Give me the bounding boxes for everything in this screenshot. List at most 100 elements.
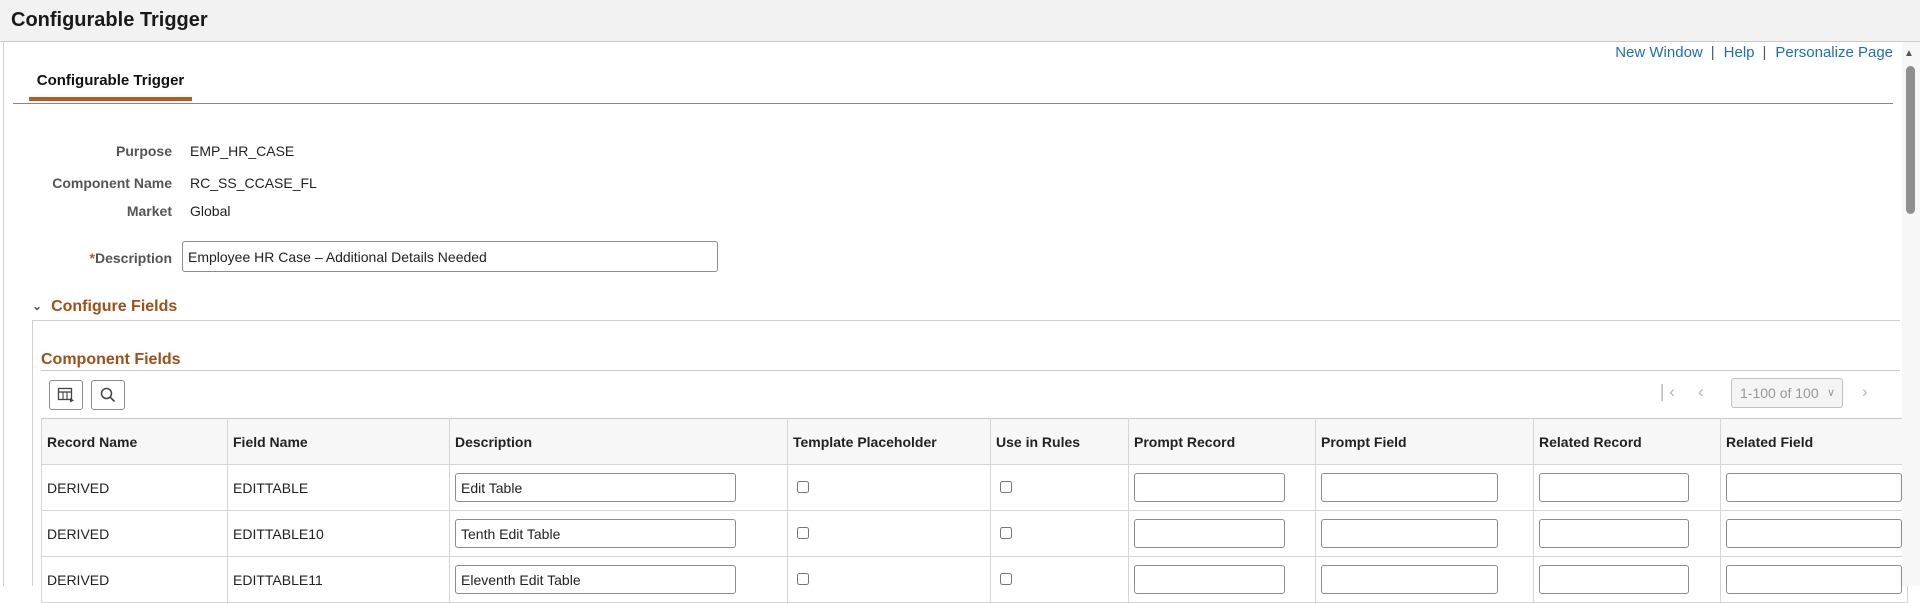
- record-name-cell: DERIVED: [41, 556, 228, 603]
- column-header-record-name[interactable]: Record Name: [41, 418, 228, 465]
- previous-page-icon[interactable]: ‹: [1698, 382, 1704, 402]
- component-name-value: RC_SS_CCASE_FL: [190, 175, 317, 191]
- description-label-text: Description: [94, 250, 172, 266]
- prompt-record-input[interactable]: [1134, 565, 1285, 594]
- page-links: New Window | Help | Personalize Page: [1615, 44, 1893, 61]
- scroll-up-arrow-icon[interactable]: ▲: [1904, 48, 1914, 59]
- related-record-input[interactable]: [1539, 565, 1689, 594]
- grid-settings-icon: [57, 387, 74, 403]
- column-header-description[interactable]: Description: [449, 418, 788, 465]
- section-border: [32, 320, 33, 586]
- link-separator: |: [1762, 44, 1767, 61]
- description-cell: [449, 464, 788, 511]
- title-bar: Configurable Trigger: [0, 0, 1920, 42]
- prompt-field-input[interactable]: [1321, 565, 1498, 594]
- first-page-icon[interactable]: ❘‹: [1655, 382, 1675, 402]
- page-title: Configurable Trigger: [11, 9, 208, 31]
- related-record-cell: [1533, 556, 1721, 603]
- search-icon: [100, 387, 116, 403]
- table-row: DERIVED EDITTABLE10: [41, 510, 1908, 557]
- market-label: Market: [126, 203, 172, 219]
- row-description-input[interactable]: [455, 473, 736, 502]
- row-description-input[interactable]: [455, 519, 736, 548]
- template-placeholder-cell: [787, 464, 991, 511]
- grid-title: Component Fields: [41, 351, 181, 368]
- personalize-grid-button[interactable]: [49, 380, 83, 410]
- template-placeholder-checkbox[interactable]: [797, 572, 809, 585]
- field-name-cell: EDITTABLE10: [227, 510, 450, 557]
- grid-title-divider: [41, 370, 1900, 371]
- prompt-field-input[interactable]: [1321, 473, 1498, 502]
- field-name-cell: EDITTABLE: [227, 464, 450, 511]
- purpose-value: EMP_HR_CASE: [190, 143, 295, 159]
- chevron-down-icon: ∨: [1826, 387, 1835, 399]
- column-header-field-name[interactable]: Field Name: [227, 418, 450, 465]
- prompt-record-cell: [1128, 556, 1316, 603]
- related-record-cell: [1533, 510, 1721, 557]
- find-in-grid-button[interactable]: [91, 380, 125, 410]
- chevron-down-icon: ⌄: [32, 299, 43, 313]
- column-header-prompt-record[interactable]: Prompt Record: [1128, 418, 1316, 465]
- prompt-record-input[interactable]: [1134, 519, 1285, 548]
- column-header-template-placeholder[interactable]: Template Placeholder: [787, 418, 991, 465]
- column-header-use-in-rules[interactable]: Use in Rules: [990, 418, 1129, 465]
- field-name-cell: EDITTABLE11: [227, 556, 450, 603]
- use-in-rules-checkbox[interactable]: [1000, 572, 1012, 585]
- column-header-prompt-field[interactable]: Prompt Field: [1315, 418, 1534, 465]
- link-separator: |: [1710, 44, 1715, 61]
- description-cell: [449, 556, 788, 603]
- related-field-cell: [1720, 510, 1908, 557]
- related-record-input[interactable]: [1539, 473, 1689, 502]
- help-link[interactable]: Help: [1724, 44, 1755, 61]
- next-page-icon[interactable]: ›: [1862, 382, 1868, 402]
- description-input[interactable]: [182, 241, 718, 272]
- column-header-related-record[interactable]: Related Record: [1533, 418, 1721, 465]
- vertical-scrollbar[interactable]: ▲: [1902, 42, 1920, 586]
- use-in-rules-checkbox[interactable]: [1000, 480, 1012, 493]
- new-window-link[interactable]: New Window: [1615, 44, 1703, 61]
- component-fields-grid: Record Name Field Name Description Templ…: [41, 418, 1908, 603]
- description-cell: [449, 510, 788, 557]
- market-value: Global: [190, 203, 231, 219]
- prompt-record-input[interactable]: [1134, 473, 1285, 502]
- related-field-input[interactable]: [1726, 519, 1902, 548]
- use-in-rules-cell: [990, 510, 1129, 557]
- grid-header-row: Record Name Field Name Description Templ…: [41, 418, 1908, 465]
- template-placeholder-cell: [787, 556, 991, 603]
- prompt-field-cell: [1315, 510, 1534, 557]
- table-row: DERIVED EDITTABLE11: [41, 556, 1908, 603]
- prompt-field-input[interactable]: [1321, 519, 1498, 548]
- record-name-cell: DERIVED: [41, 510, 228, 557]
- related-field-input[interactable]: [1726, 565, 1902, 594]
- configure-fields-section-header[interactable]: ⌄ Configure Fields: [32, 298, 177, 316]
- use-in-rules-cell: [990, 556, 1129, 603]
- template-placeholder-cell: [787, 510, 991, 557]
- related-record-input[interactable]: [1539, 519, 1689, 548]
- related-field-cell: [1720, 556, 1908, 603]
- prompt-record-cell: [1128, 510, 1316, 557]
- scrollbar-thumb[interactable]: [1906, 66, 1915, 214]
- template-placeholder-checkbox[interactable]: [797, 480, 809, 493]
- page-range-select[interactable]: 1-100 of 100 ∨: [1731, 378, 1843, 408]
- related-record-cell: [1533, 464, 1721, 511]
- tab-divider: [13, 103, 1893, 104]
- related-field-input[interactable]: [1726, 473, 1902, 502]
- prompt-record-cell: [1128, 464, 1316, 511]
- purpose-label: Purpose: [115, 143, 172, 159]
- tab-configurable-trigger[interactable]: Configurable Trigger: [29, 61, 192, 101]
- table-row: DERIVED EDITTABLE: [41, 464, 1908, 511]
- component-name-label: Component Name: [52, 175, 172, 191]
- section-divider: [32, 320, 1900, 321]
- use-in-rules-checkbox[interactable]: [1000, 526, 1012, 539]
- row-description-input[interactable]: [455, 565, 736, 594]
- record-name-cell: DERIVED: [41, 464, 228, 511]
- related-field-cell: [1720, 464, 1908, 511]
- section-title: Configure Fields: [51, 298, 178, 315]
- left-border: [3, 42, 4, 586]
- template-placeholder-checkbox[interactable]: [797, 526, 809, 539]
- column-header-related-field[interactable]: Related Field: [1720, 418, 1908, 465]
- personalize-page-link[interactable]: Personalize Page: [1775, 44, 1893, 61]
- description-label: *Description: [12, 250, 172, 266]
- prompt-field-cell: [1315, 464, 1534, 511]
- page-range-value: 1-100 of 100: [1740, 385, 1819, 401]
